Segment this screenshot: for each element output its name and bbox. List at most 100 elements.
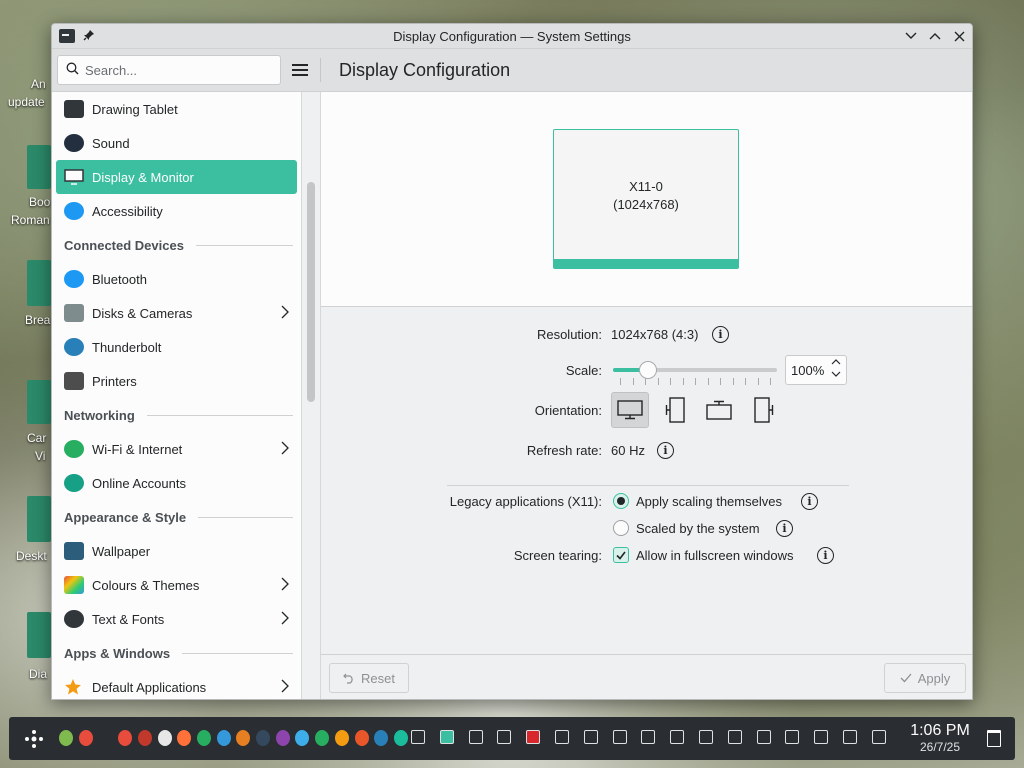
tray-network-icon[interactable] — [497, 730, 512, 744]
system-settings-app-icon[interactable] — [59, 29, 75, 43]
orientation-flipped-button[interactable] — [700, 392, 738, 428]
desktop-icon-label[interactable]: Boo — [29, 195, 50, 209]
reset-button[interactable]: Reset — [329, 663, 409, 693]
tray-display-icon[interactable] — [727, 730, 742, 744]
resolution-info-icon[interactable]: i — [712, 326, 729, 343]
legacy-option-apply-scaling[interactable]: Apply scaling themselves — [613, 493, 782, 509]
desktop-icon-label[interactable]: An — [31, 77, 46, 91]
tray-display-config-icon[interactable] — [439, 730, 454, 744]
taskbar-terminal-icon[interactable] — [98, 730, 113, 746]
desktop-file-icon[interactable] — [27, 260, 51, 306]
digital-clock[interactable]: 1:06 PM 26/7/25 — [904, 722, 976, 754]
refresh-rate-info-icon[interactable]: i — [657, 442, 674, 459]
spin-up-icon[interactable] — [831, 359, 841, 365]
scaled-by-system-info-icon[interactable]: i — [776, 520, 793, 537]
desktop-file-icon[interactable] — [27, 612, 51, 658]
sidebar-item-thunderbolt[interactable]: Thunderbolt — [56, 330, 297, 364]
taskbar-firefox-icon[interactable] — [177, 730, 192, 746]
desktop-file-icon[interactable] — [27, 380, 51, 424]
tray-dropbox-icon[interactable] — [468, 730, 483, 744]
sidebar-item-online-accounts[interactable]: Online Accounts — [56, 466, 297, 500]
monitor-output-x11-0[interactable]: X11-0 (1024x768) — [553, 129, 739, 269]
tray-back-icon[interactable] — [843, 730, 857, 744]
desktop-icon-label[interactable]: update — [8, 95, 45, 109]
taskbar-vault-icon[interactable] — [196, 730, 211, 746]
minimize-button[interactable] — [905, 30, 917, 42]
radio-scaled-by-system[interactable] — [613, 520, 629, 536]
tray-volume-icon[interactable] — [612, 730, 627, 744]
desktop-icon-label[interactable]: Car — [27, 431, 46, 445]
taskbar-image-viewer-icon[interactable] — [216, 730, 231, 746]
tearing-info-icon[interactable]: i — [817, 547, 834, 564]
scale-slider[interactable] — [613, 361, 777, 388]
desktop-icon-label[interactable]: Brea — [25, 313, 50, 327]
taskbar-media-icon[interactable] — [59, 730, 73, 746]
tray-sync-icon[interactable] — [814, 730, 829, 744]
legacy-scaling-info-icon[interactable]: i — [801, 493, 818, 510]
legacy-option-scaled-by-system[interactable]: Scaled by the system — [613, 520, 760, 536]
desktop-file-icon[interactable] — [27, 496, 51, 542]
sidebar-item-default-applications[interactable]: Default Applications — [56, 670, 297, 699]
radio-apply-scaling[interactable] — [613, 493, 629, 509]
tray-usb-icon[interactable] — [699, 730, 713, 744]
app-launcher-icon[interactable] — [23, 728, 45, 750]
tray-chevron-up-icon[interactable] — [756, 730, 771, 744]
sidebar-item-text-fonts[interactable]: Text & Fonts — [56, 602, 297, 636]
allow-fullscreen-checkbox[interactable] — [613, 547, 629, 563]
sidebar-scrollbar[interactable] — [301, 92, 321, 699]
sidebar-item-wallpaper[interactable]: Wallpaper — [56, 534, 297, 568]
desktop-icon-label[interactable]: Roman — [11, 213, 50, 227]
taskbar-app-icon[interactable] — [315, 730, 330, 746]
taskbar-app-icon[interactable] — [393, 730, 408, 746]
desktop-icon-label[interactable]: Deskt — [16, 549, 47, 563]
tearing-option[interactable]: Allow in fullscreen windows — [613, 547, 794, 563]
taskbar-package-icon[interactable] — [334, 730, 349, 746]
sidebar-item-colours-themes[interactable]: Colours & Themes — [56, 568, 297, 602]
sidebar-item-printers[interactable]: Printers — [56, 364, 297, 398]
desktop-file-icon[interactable] — [27, 145, 51, 189]
taskbar-app-icon[interactable] — [118, 730, 133, 746]
taskbar-library-icon[interactable] — [236, 730, 251, 746]
search-input[interactable] — [85, 62, 265, 78]
taskbar-chart-icon[interactable] — [256, 730, 270, 746]
sidebar-item-drawing-tablet[interactable]: Drawing Tablet — [56, 92, 297, 126]
apply-button[interactable]: Apply — [884, 663, 966, 693]
spin-down-icon[interactable] — [831, 371, 841, 377]
tray-drive-icon[interactable] — [555, 730, 569, 744]
desktop-icon-label[interactable]: Vi — [35, 449, 45, 463]
taskbar-vivaldi-icon[interactable] — [137, 730, 152, 746]
taskbar-brave-icon[interactable] — [354, 730, 369, 746]
trash-icon[interactable] — [987, 730, 1001, 747]
hamburger-menu-icon[interactable] — [292, 64, 308, 76]
tray-lock-icon[interactable] — [785, 730, 800, 744]
scrollbar-thumb[interactable] — [307, 182, 315, 402]
tray-bluetooth-icon[interactable] — [641, 730, 656, 744]
tray-back-icon[interactable] — [871, 730, 886, 744]
taskbar-app-icon[interactable] — [78, 730, 93, 746]
sidebar-item-display-monitor[interactable]: Display & Monitor — [56, 160, 297, 194]
taskbar-app-icon[interactable] — [374, 730, 389, 746]
sidebar-item-disks-cameras[interactable]: Disks & Cameras — [56, 296, 297, 330]
close-button[interactable] — [953, 30, 965, 42]
taskbar-proton-icon[interactable] — [275, 730, 290, 746]
taskbar-butterfly-icon[interactable] — [295, 730, 310, 746]
taskbar-files-icon[interactable] — [157, 730, 172, 746]
sidebar-item-accessibility[interactable]: Accessibility — [56, 194, 297, 228]
tray-brightness-icon[interactable] — [670, 730, 685, 744]
maximize-button[interactable] — [929, 30, 941, 42]
titlebar[interactable]: Display Configuration — System Settings — [52, 24, 972, 49]
scale-slider-handle[interactable] — [638, 361, 657, 379]
search-box[interactable] — [57, 55, 281, 85]
orientation-portrait-left-button[interactable] — [656, 392, 694, 428]
sidebar-item-sound[interactable]: Sound — [56, 126, 297, 160]
scale-spinbox[interactable]: 100% — [785, 355, 847, 385]
sidebar-item-wi-fi-internet[interactable]: Wi-Fi & Internet — [56, 432, 297, 466]
tray-mega-icon[interactable] — [526, 730, 541, 744]
orientation-landscape-button[interactable] — [611, 392, 649, 428]
tray-window-icon[interactable] — [411, 730, 425, 744]
tray-clipboard-icon[interactable] — [583, 730, 598, 744]
desktop-icon-label[interactable]: Dia — [29, 667, 47, 681]
sidebar-item-bluetooth[interactable]: Bluetooth — [56, 262, 297, 296]
orientation-portrait-right-button[interactable] — [745, 392, 783, 428]
pin-icon[interactable] — [83, 29, 95, 44]
